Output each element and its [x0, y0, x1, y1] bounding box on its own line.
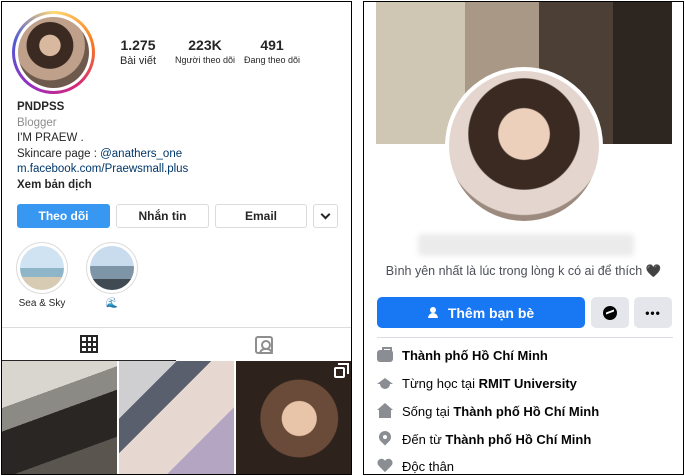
profile-name-blurred — [418, 234, 634, 256]
add-friend-label: Thêm bạn bè — [447, 304, 535, 321]
tagged-icon — [255, 335, 273, 354]
highlight-label: 🌊 — [105, 298, 119, 309]
facebook-profile-panel: Bình yên nhất là lúc trong lòng k có ai … — [363, 1, 684, 475]
highlight-ring — [16, 242, 68, 294]
messenger-button[interactable] — [591, 297, 629, 328]
multiple-posts-icon — [334, 363, 349, 378]
suggested-dropdown-button[interactable] — [313, 204, 338, 228]
highlight-label: Sea & Sky — [18, 298, 66, 309]
followers-stat[interactable]: 223K Người theo dõi — [172, 37, 238, 65]
story-highlight[interactable]: 🌊 — [83, 242, 141, 309]
avatar-photo — [18, 17, 89, 88]
see-translation-link[interactable]: Xem bản dịch — [17, 178, 188, 194]
add-friend-button[interactable]: Thêm bạn bè — [377, 297, 585, 328]
intro-item-prefix: Độc thân — [402, 458, 455, 474]
bio-mention-link[interactable]: @anathers_one — [100, 148, 182, 160]
heart-icon — [377, 458, 393, 474]
profile-username: PNDPSS — [17, 101, 65, 113]
posts-count: 1.275 — [120, 37, 156, 53]
bio-line-2-prefix: Skincare page : — [17, 147, 101, 160]
highlight-ring — [86, 242, 138, 294]
post-thumbnail[interactable] — [2, 361, 117, 474]
more-options-button[interactable]: ••• — [634, 297, 672, 328]
story-highlight[interactable]: Sea & Sky — [13, 242, 71, 309]
messenger-icon — [603, 305, 617, 320]
follow-button[interactable]: Theo dõi — [17, 204, 110, 228]
following-label: Đang theo dõi — [243, 55, 301, 65]
add-friend-icon — [427, 306, 442, 319]
intro-item-prefix: Từng học tại — [402, 375, 476, 391]
intro-item-work: Thành phố Hồ Chí Minh — [377, 345, 548, 365]
posts-label: Bài viết — [119, 55, 157, 67]
location-pin-icon — [377, 431, 393, 447]
post-thumbnail[interactable] — [119, 361, 234, 474]
instagram-profile-panel: 1.275 Bài viết 223K Người theo dõi 491 Đ… — [1, 1, 352, 475]
intro-item-relationship: Độc thân — [377, 456, 455, 474]
home-icon — [377, 403, 393, 419]
tab-tagged[interactable] — [177, 328, 351, 361]
intro-item-value[interactable]: Thành phố Hồ Chí Minh — [402, 348, 548, 363]
profile-category: Blogger — [17, 116, 57, 129]
avatar-photo — [449, 71, 599, 221]
profile-bio: Bình yên nhất là lúc trong lòng k có ai … — [385, 264, 662, 278]
intro-item-value[interactable]: RMIT University — [479, 376, 577, 391]
avatar-inner — [15, 14, 92, 91]
bio-line-1: I'M PRAEW . — [17, 132, 84, 144]
work-icon — [377, 347, 393, 362]
highlight-cover — [20, 246, 64, 290]
profile-bio: PNDPSS Blogger I'M PRAEW . Skincare page… — [17, 100, 188, 193]
tab-posts-grid[interactable] — [2, 328, 176, 361]
intro-item-value[interactable]: Thành phố Hồ Chí Minh — [453, 404, 599, 419]
intro-item-hometown: Đến từ Thành phố Hồ Chí Minh — [377, 429, 591, 449]
divider — [377, 337, 673, 338]
highlight-cover — [90, 246, 134, 290]
followers-label: Người theo dõi — [175, 55, 235, 65]
bio-external-link[interactable]: m.facebook.com/Praewsmall.plus — [17, 162, 188, 178]
grid-icon — [80, 335, 98, 353]
message-button[interactable]: Nhắn tin — [116, 204, 209, 228]
school-icon — [377, 375, 393, 391]
following-count: 491 — [260, 37, 284, 53]
intro-item-prefix: Đến từ — [402, 431, 442, 447]
email-button[interactable]: Email — [215, 204, 307, 228]
post-thumbnail[interactable] — [236, 361, 351, 474]
facebook-profile-avatar[interactable] — [445, 67, 603, 225]
profile-tabs — [2, 327, 351, 361]
posts-stat: 1.275 Bài viết — [114, 37, 162, 67]
instagram-profile-avatar[interactable] — [12, 11, 95, 94]
intro-item-current-city: Sống tại Thành phố Hồ Chí Minh — [377, 401, 599, 421]
intro-item-value[interactable]: Thành phố Hồ Chí Minh — [445, 432, 591, 447]
bio-line-2: Skincare page : @anathers_one — [17, 147, 188, 163]
intro-item-education: Từng học tại RMIT University — [377, 373, 577, 393]
followers-count: 223K — [188, 37, 222, 53]
chevron-down-icon — [320, 209, 331, 219]
following-stat[interactable]: 491 Đang theo dõi — [240, 37, 304, 65]
intro-item-prefix: Sống tại — [402, 403, 450, 419]
more-options-label: ••• — [645, 305, 661, 320]
